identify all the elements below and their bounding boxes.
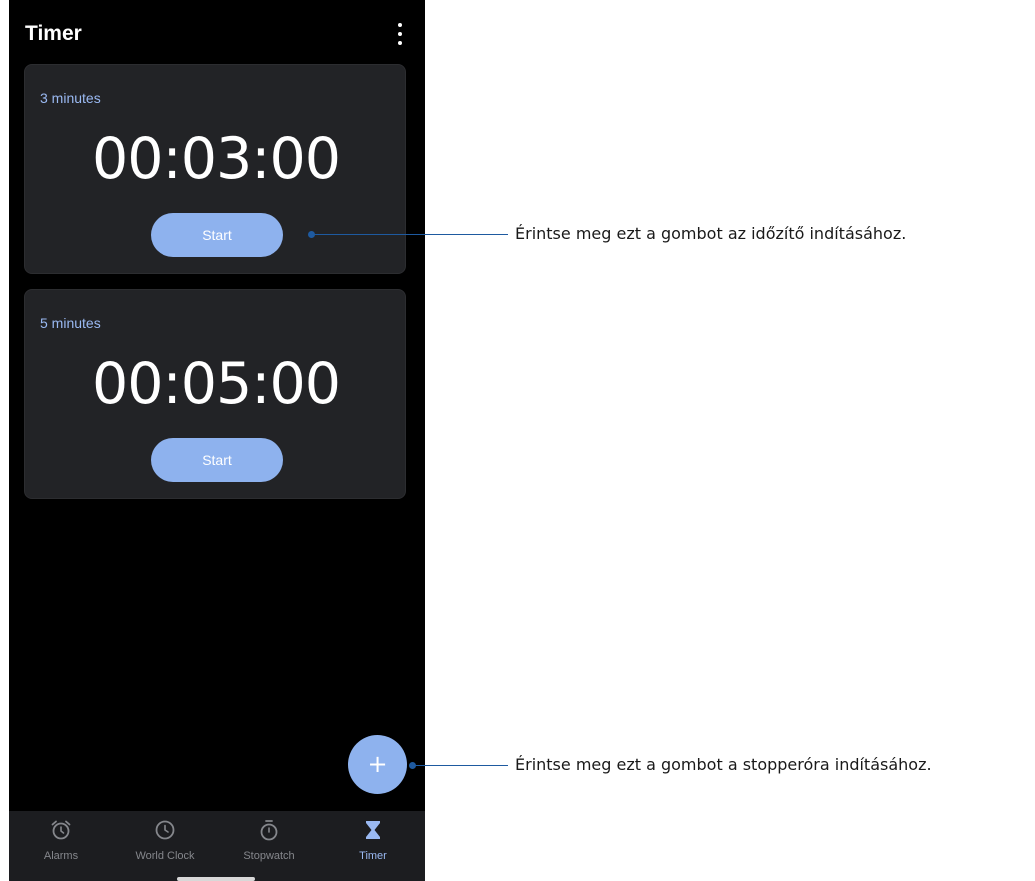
callout-line (312, 234, 508, 235)
alarm-clock-icon (51, 820, 71, 840)
timer-label[interactable]: 5 minutes (40, 314, 101, 332)
page-title: Timer (25, 22, 82, 45)
stopwatch-icon (260, 820, 278, 841)
callout-line (413, 765, 508, 766)
hourglass-icon (366, 821, 380, 839)
bottom-nav: Alarms World Clock Stopwatch Timer (9, 811, 425, 881)
nav-label: Timer (359, 850, 387, 862)
start-button[interactable]: Start (151, 213, 283, 257)
timer-card: 5 minutes 00:05:00 Start (24, 289, 406, 499)
callout-start-text: Érintse meg ezt a gombot az időzítő indí… (515, 224, 907, 243)
nav-item-alarms[interactable]: Alarms (9, 811, 113, 873)
nav-item-stopwatch[interactable]: Stopwatch (217, 811, 321, 873)
timer-card: 3 minutes 00:03:00 Start (24, 64, 406, 274)
timer-time: 00:03:00 (92, 126, 341, 192)
nav-label: Stopwatch (243, 850, 295, 862)
nav-label: Alarms (43, 850, 79, 862)
timer-time: 00:05:00 (92, 351, 341, 417)
nav-label: World Clock (135, 850, 195, 862)
callout-add-text: Érintse meg ezt a gombot a stopperóra in… (515, 755, 932, 774)
home-indicator (177, 877, 255, 881)
phone-screen: Timer 3 minutes 00:03:00 Start 5 minutes… (9, 0, 425, 881)
more-vert-icon[interactable] (393, 22, 407, 46)
start-button[interactable]: Start (151, 438, 283, 482)
nav-item-world-clock[interactable]: World Clock (113, 811, 217, 873)
clock-icon (155, 820, 175, 840)
timer-label[interactable]: 3 minutes (40, 89, 101, 107)
manual-page: Timer 3 minutes 00:03:00 Start 5 minutes… (0, 0, 1035, 881)
add-timer-button[interactable]: + (348, 735, 407, 794)
nav-item-timer[interactable]: Timer (321, 811, 425, 873)
